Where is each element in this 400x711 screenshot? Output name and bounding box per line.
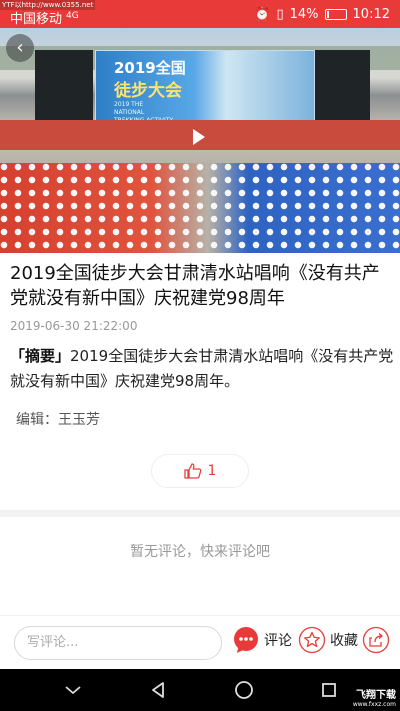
like-button[interactable]: 1 xyxy=(151,454,249,488)
banner-line1: 2019全国 xyxy=(114,59,186,77)
empty-comments-text: 暂无评论，快来评论吧 xyxy=(130,544,270,560)
comment-input[interactable]: 写评论... xyxy=(14,626,222,660)
favorite-label: 收藏 xyxy=(330,633,358,649)
back-triangle-icon[interactable] xyxy=(149,681,167,699)
chevron-left-icon: ‹ xyxy=(16,37,24,58)
play-icon[interactable] xyxy=(193,129,205,145)
video-banner: 2019全国 徒步大会 2019 THE NATIONAL TREKKING A… xyxy=(95,50,315,130)
home-circle-icon[interactable] xyxy=(234,680,254,700)
thumbs-up-icon xyxy=(183,463,201,479)
article-title: 2019全国徒步大会甘肃清水站唱响《没有共产党就没有新中国》庆祝建党98周年 xyxy=(10,263,380,309)
status-bar: YTF以http://www.0355.net 中国移动 4G ⏰ ▯ 14% … xyxy=(0,0,400,28)
alarm-icon: ⏰ xyxy=(254,6,271,22)
section-divider xyxy=(0,510,400,517)
article-editor: 编辑：王玉芳 xyxy=(16,412,100,428)
battery-fill xyxy=(326,10,329,18)
system-nav-bar: 飞翔下载 www.fxxz.com xyxy=(0,669,400,711)
download-site-logo: 飞翔下载 www.fxxz.com xyxy=(353,686,396,708)
comment-button[interactable]: 评论 xyxy=(232,626,292,654)
banner-line2: 徒步大会 xyxy=(114,81,182,101)
article-summary: 「摘要」2019全国徒步大会甘肃清水站唱响《没有共产党就没有新中国》庆祝建党98… xyxy=(10,344,395,394)
logo-line2: www.fxxz.com xyxy=(352,701,396,708)
share-icon xyxy=(362,626,390,654)
article-date: 2019-06-30 21:22:00 xyxy=(10,319,138,333)
summary-tag: 「摘要」 xyxy=(10,347,71,365)
video-crowd xyxy=(0,163,400,253)
comment-label: 评论 xyxy=(264,633,292,649)
site-watermark: YTF以http://www.0355.net xyxy=(0,0,96,10)
network-type: 4G xyxy=(66,11,79,21)
carrier-name: 中国移动 xyxy=(10,11,63,27)
favorite-button[interactable]: 收藏 xyxy=(298,626,358,654)
battery-percent: 14% xyxy=(289,6,319,22)
star-icon xyxy=(298,626,326,654)
bottom-action-bar: 写评论... 评论 收藏 xyxy=(0,615,400,669)
video-right-screen xyxy=(315,50,370,120)
clock: 10:12 xyxy=(352,6,390,22)
like-count: 1 xyxy=(207,463,217,479)
battery-icon xyxy=(324,8,347,20)
logo-line1: 飞翔下载 xyxy=(356,690,396,701)
video-player[interactable]: 2019全国 徒步大会 2019 THE NATIONAL TREKKING A… xyxy=(0,28,400,253)
chat-bubble-icon xyxy=(234,627,258,653)
vibrate-icon: ▯ xyxy=(276,6,284,22)
video-left-screen xyxy=(35,50,93,120)
share-button[interactable] xyxy=(362,626,390,654)
chevron-down-icon[interactable] xyxy=(64,684,82,696)
back-button[interactable]: ‹ xyxy=(6,34,34,62)
recent-apps-icon[interactable] xyxy=(321,682,337,698)
